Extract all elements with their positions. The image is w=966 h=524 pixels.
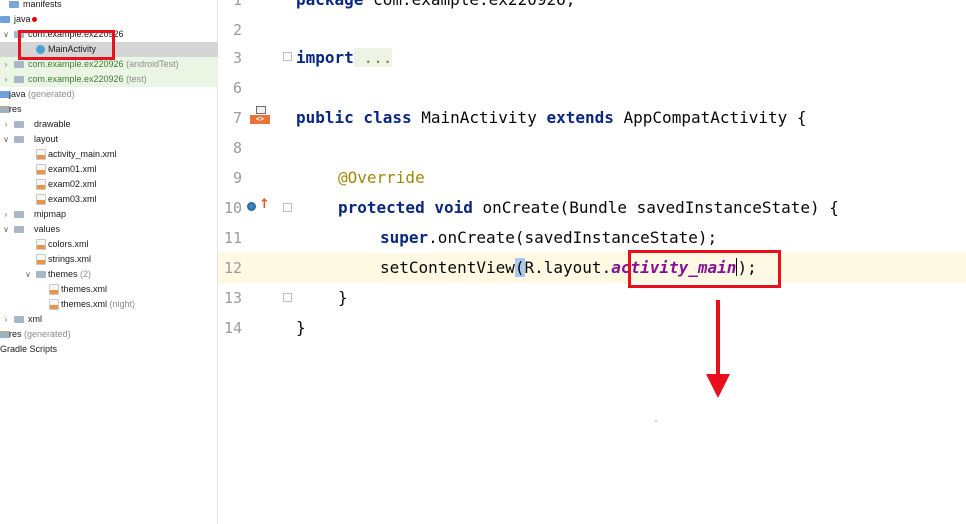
fold-icon[interactable]: [283, 52, 292, 61]
chevron-down-icon[interactable]: ∨: [2, 222, 10, 237]
line-number: 3: [232, 49, 242, 67]
code-line-12[interactable]: setContentView(R.layout.activity_main);: [380, 253, 757, 283]
chevron-right-icon[interactable]: ›: [2, 72, 10, 87]
chevron-down-icon[interactable]: ∨: [2, 132, 10, 147]
values-file-icon: [36, 239, 46, 250]
tree-item-activity-main-xml[interactable]: activity_main.xml: [0, 147, 218, 162]
decorative-speck: [655, 420, 657, 422]
tree-item-colors-xml[interactable]: colors.xml: [0, 237, 218, 252]
code-line-14[interactable]: }: [296, 313, 306, 343]
code-line-11[interactable]: super.onCreate(savedInstanceState);: [380, 223, 717, 253]
fold-icon[interactable]: [283, 203, 292, 212]
layout-file-icon: [36, 149, 46, 160]
chevron-right-icon[interactable]: ›: [2, 57, 10, 72]
chevron-down-icon[interactable]: ∨: [24, 267, 32, 282]
line-number: 9: [232, 169, 242, 187]
line-number: 7: [232, 109, 242, 127]
line-number: 14: [223, 319, 242, 337]
folder-icon: [36, 271, 46, 278]
tree-item-layout[interactable]: ∨ layout: [0, 132, 218, 147]
tree-item-mipmap[interactable]: › mipmap: [0, 207, 218, 222]
tree-item-drawable[interactable]: › drawable: [0, 117, 218, 132]
layout-file-icon: [36, 179, 46, 190]
tree-item-package-main[interactable]: ∨ com.example.ex220926: [0, 27, 218, 42]
tree-item-themes-xml-night[interactable]: themes.xml (night): [0, 297, 218, 312]
code-line-3[interactable]: import ...: [296, 43, 393, 73]
tree-item-themes-xml[interactable]: themes.xml: [0, 282, 218, 297]
layout-file-icon: [36, 194, 46, 205]
tree-item-res[interactable]: res: [0, 102, 218, 117]
layout-file-icon: [36, 164, 46, 175]
tree-item-strings-xml[interactable]: strings.xml: [0, 252, 218, 267]
folder-icon: [14, 121, 24, 128]
line-number: 10: [223, 199, 242, 217]
package-icon: [14, 31, 24, 38]
code-line-10[interactable]: protected void onCreate(Bundle savedInst…: [338, 193, 839, 223]
line-number: 1: [232, 0, 242, 9]
code-line-9[interactable]: @Override: [338, 163, 425, 193]
package-icon: [14, 61, 24, 68]
chevron-right-icon[interactable]: ›: [2, 312, 10, 327]
folder-icon: [14, 226, 24, 233]
class-icon: [36, 45, 45, 54]
chevron-right-icon[interactable]: ›: [2, 117, 10, 132]
line-number: 11: [223, 229, 242, 247]
annotation-arrow: [716, 300, 720, 378]
package-icon: [14, 76, 24, 83]
line-number: 6: [232, 79, 242, 97]
tree-item-package-test[interactable]: › com.example.ex220926 (test): [0, 72, 218, 87]
code-line-1[interactable]: package com.example.ex220926;: [296, 0, 575, 15]
folder-icon: [9, 1, 19, 8]
line-number: 13: [223, 289, 242, 307]
tree-item-manifests[interactable]: manifests: [0, 0, 218, 12]
tree-item-themes[interactable]: ∨ themes (2): [0, 267, 218, 282]
folder-icon: [14, 136, 24, 143]
code-line-13[interactable]: }: [338, 283, 348, 313]
line-number: 2: [232, 21, 242, 39]
fold-icon[interactable]: [283, 293, 292, 302]
annotation-arrow-head: [706, 374, 730, 398]
tree-item-mainactivity[interactable]: MainActivity: [0, 42, 218, 57]
tree-item-java-generated[interactable]: java (generated): [0, 87, 218, 102]
tree-item-exam01-xml[interactable]: exam01.xml: [0, 162, 218, 177]
values-file-icon: [49, 299, 59, 310]
line-number: 8: [232, 139, 242, 157]
tree-item-gradle-scripts[interactable]: Gradle Scripts: [0, 342, 218, 357]
chevron-down-icon[interactable]: ∨: [2, 27, 10, 42]
code-line-7[interactable]: public class MainActivity extends AppCom…: [296, 103, 807, 133]
tree-item-exam03-xml[interactable]: exam03.xml: [0, 192, 218, 207]
line-number: 12: [223, 259, 242, 277]
folder-icon: [14, 211, 24, 218]
tree-item-values[interactable]: ∨ values: [0, 222, 218, 237]
override-method-icon[interactable]: ↑: [247, 197, 271, 215]
chevron-right-icon[interactable]: ›: [2, 207, 10, 222]
values-file-icon: [36, 254, 46, 265]
tree-item-xml[interactable]: › xml: [0, 312, 218, 327]
annotation-dot: [32, 17, 37, 22]
tree-item-package-androidtest[interactable]: › com.example.ex220926 (androidTest): [0, 57, 218, 72]
implements-icon[interactable]: <>: [250, 106, 270, 124]
project-tree-panel: manifests java ∨ com.example.ex220926 Ma…: [0, 0, 218, 524]
tree-item-exam02-xml[interactable]: exam02.xml: [0, 177, 218, 192]
values-file-icon: [49, 284, 59, 295]
tree-item-res-generated[interactable]: res (generated): [0, 327, 218, 342]
folder-icon: [14, 316, 24, 323]
folder-icon: [0, 16, 10, 23]
